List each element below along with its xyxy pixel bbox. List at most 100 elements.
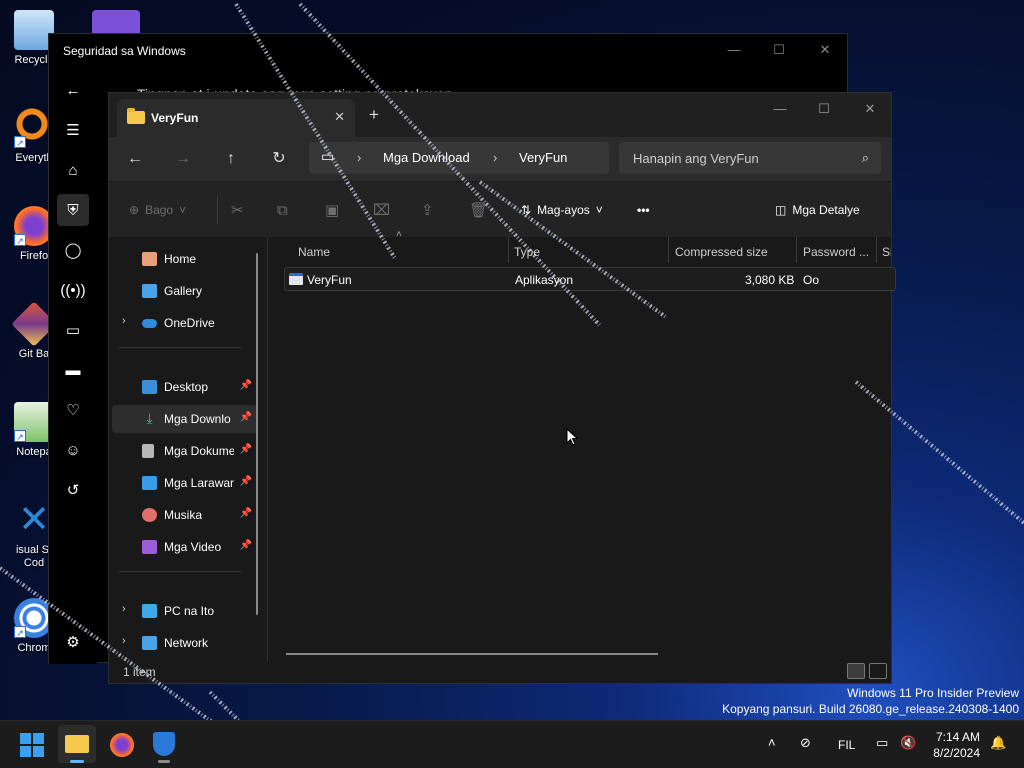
navigation-pane: Home Gallery › OneDrive Desktop 📌 ⤓ Mga … (109, 237, 267, 661)
paste-icon[interactable]: ▣ (325, 200, 339, 220)
nav-item-label: Mga Larawar (164, 476, 234, 490)
maximize-button[interactable]: ☐ (764, 42, 794, 58)
breadcrumb-separator: › (493, 150, 498, 165)
tab-close-icon[interactable]: ✕ (334, 109, 345, 125)
nav-item-videos[interactable]: Mga Video 📌 (112, 533, 258, 561)
breadcrumb-downloads[interactable]: Mga Download (383, 150, 470, 165)
chevron-right-icon[interactable]: › (122, 315, 126, 327)
search-box[interactable]: ⌕ (619, 142, 881, 174)
chevron-down-icon: ˅ (595, 203, 603, 217)
pin-icon: 📌 (239, 412, 252, 423)
new-button[interactable]: ⊕ Bago ˅ (129, 200, 186, 220)
navigation-scrollbar[interactable] (256, 253, 258, 615)
file-compressed-size: 3,080 KB (745, 273, 795, 287)
firefox-taskbar-icon[interactable] (110, 733, 134, 757)
clock[interactable]: 7:14 AM 8/2/2024 (920, 729, 980, 761)
cut-icon[interactable]: ✂ (231, 200, 244, 220)
visual-studio-icon[interactable] (92, 10, 140, 34)
nav-item-this-pc[interactable]: › PC na Ito (112, 597, 258, 625)
minimize-button[interactable]: — (765, 101, 795, 116)
horizontal-scrollbar[interactable] (286, 653, 658, 655)
pin-icon: 📌 (239, 444, 252, 455)
nav-item-gallery[interactable]: Gallery (112, 277, 258, 305)
share-icon[interactable]: ⇪ (421, 200, 434, 220)
close-button[interactable]: ✕ (810, 42, 840, 58)
family-icon[interactable]: ☺ (57, 434, 89, 466)
table-row[interactable]: VeryFun Aplikasyon 3,080 KB Oo (284, 267, 896, 291)
back-button[interactable]: ← (123, 148, 147, 170)
column-header-password[interactable]: Password ... (803, 245, 873, 259)
column-divider[interactable] (668, 237, 669, 263)
nav-item-downloads[interactable]: ⤓ Mga Downlo 📌 (112, 405, 258, 433)
divider (119, 347, 241, 348)
more-options-button[interactable]: ••• (637, 200, 650, 220)
rename-icon[interactable]: ⌧ (373, 200, 390, 220)
nav-item-desktop[interactable]: Desktop 📌 (112, 373, 258, 401)
notification-bell-icon[interactable]: 🔔 (990, 735, 1006, 751)
folder-icon (65, 735, 89, 753)
nav-item-onedrive[interactable]: › OneDrive (112, 309, 258, 337)
file-explorer-taskbar-button[interactable] (58, 725, 96, 763)
display-icon[interactable]: ▭ (876, 735, 888, 751)
breadcrumb-veryfun[interactable]: VeryFun (519, 150, 567, 165)
file-password: Oo (803, 273, 820, 287)
network-icon (142, 636, 157, 650)
forward-button[interactable]: → (171, 148, 195, 170)
search-input[interactable] (619, 142, 849, 174)
start-button[interactable] (16, 729, 48, 761)
refresh-button[interactable]: ↻ (267, 148, 291, 170)
video-icon (142, 540, 157, 554)
file-name: VeryFun (307, 273, 352, 287)
close-button[interactable]: ✕ (855, 101, 885, 117)
search-icon[interactable]: ⌕ (862, 150, 869, 166)
details-pane-button[interactable]: ◫ Mga Detalye (775, 200, 860, 220)
column-header-compressed-size[interactable]: Compressed size (675, 245, 768, 259)
tab-veryfun[interactable]: VeryFun ✕ (117, 99, 355, 137)
chevron-right-icon[interactable]: › (122, 635, 126, 647)
column-header-name[interactable]: Name (298, 245, 330, 259)
details-view-button[interactable] (847, 663, 865, 679)
home-icon[interactable]: ⌂ (57, 154, 89, 186)
column-divider[interactable] (876, 237, 877, 263)
menu-icon[interactable]: ☰ (57, 114, 89, 146)
shield-icon[interactable]: ⛨ (57, 194, 89, 226)
network-disconnected-icon[interactable]: ⊘ (800, 735, 811, 751)
large-icons-view-button[interactable] (869, 663, 887, 679)
column-header-size[interactable]: Si (882, 245, 891, 259)
account-icon[interactable]: ◯ (57, 234, 89, 266)
minimize-button[interactable]: — (719, 42, 749, 57)
back-icon[interactable]: ← (57, 74, 89, 106)
taskbar: ˄ ⊘ FIL ▭ 🔇 7:14 AM 8/2/2024 🔔 (0, 720, 1024, 768)
network-icon[interactable]: ((•)) (57, 274, 89, 306)
health-icon[interactable]: ♡ (57, 394, 89, 426)
sort-button[interactable]: ⇅ Mag-ayos ˅ (521, 200, 603, 220)
pin-icon: 📌 (239, 380, 252, 391)
chevron-up-icon[interactable]: ˄ (768, 735, 776, 750)
windows-security-taskbar-button[interactable] (148, 729, 180, 763)
maximize-button[interactable]: ☐ (809, 101, 839, 117)
history-icon[interactable]: ↺ (57, 474, 89, 506)
window-title: Seguridad sa Windows (63, 44, 186, 58)
chevron-right-icon[interactable]: › (122, 603, 126, 615)
column-divider[interactable] (508, 237, 509, 263)
column-divider[interactable] (796, 237, 797, 263)
copy-icon[interactable]: ⧉ (277, 200, 288, 220)
shield-icon (153, 732, 175, 756)
device-icon[interactable]: ▬ (57, 354, 89, 386)
up-button[interactable]: ↑ (219, 148, 243, 170)
nav-item-music[interactable]: Musika 📌 (112, 501, 258, 529)
plus-circle-icon: ⊕ (129, 203, 140, 217)
new-tab-button[interactable]: + (369, 105, 379, 125)
pin-icon: 📌 (239, 508, 252, 519)
language-indicator[interactable]: FIL (838, 738, 855, 752)
nav-item-documents[interactable]: Mga Dokume 📌 (112, 437, 258, 465)
nav-item-pictures[interactable]: Mga Larawar 📌 (112, 469, 258, 497)
volume-muted-icon[interactable]: 🔇 (900, 735, 916, 751)
security-sidebar: ← ☰ ⌂ ⛨ ◯ ((•)) ▭ ▬ ♡ ☺ ↺ ⚙ (49, 74, 97, 664)
shortcut-arrow-icon: ↗ (14, 430, 26, 442)
file-explorer-window[interactable]: VeryFun ✕ + — ☐ ✕ ← → ↑ ↻ ▭ › Mga Downlo… (108, 92, 896, 684)
nav-item-network[interactable]: › Network (112, 629, 258, 657)
nav-item-home[interactable]: Home (112, 245, 258, 273)
app-browser-icon[interactable]: ▭ (57, 314, 89, 346)
address-bar[interactable]: ▭ › Mga Download › VeryFun (309, 142, 609, 174)
